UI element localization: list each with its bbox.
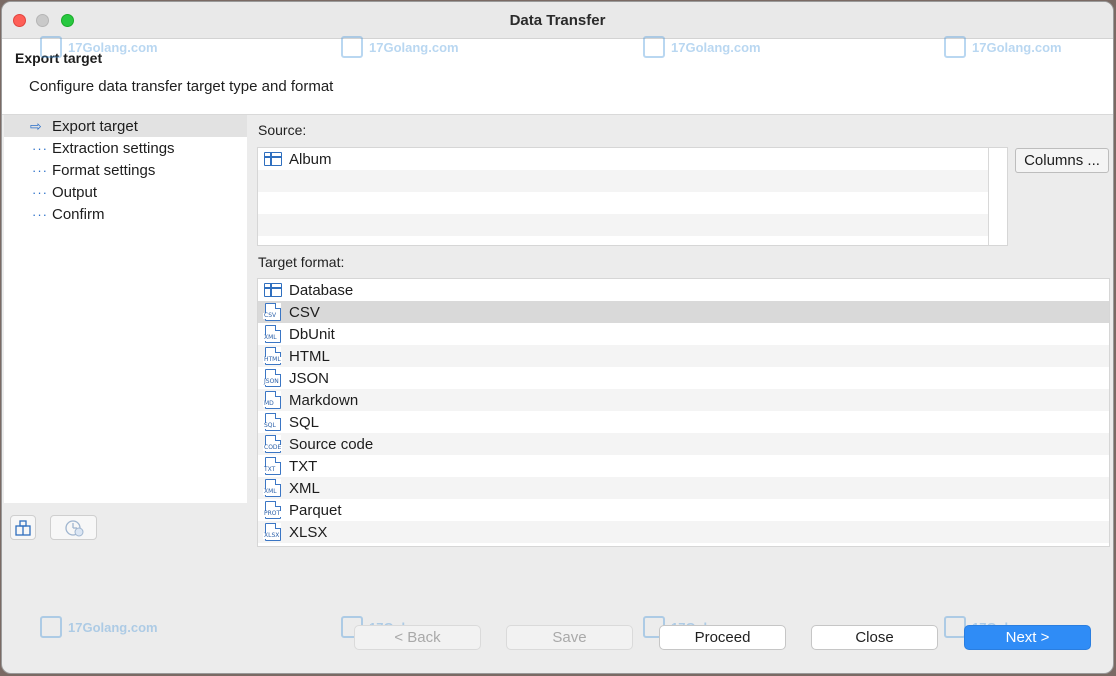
nav-item-output[interactable]: ··· Output — [4, 181, 247, 203]
nav-item-format-settings[interactable]: ··· Format settings — [4, 159, 247, 181]
table-icon — [263, 281, 283, 299]
task-icon — [15, 519, 31, 536]
table-icon — [263, 150, 283, 168]
empty-row — [258, 214, 988, 236]
clock-add-icon — [64, 519, 83, 536]
format-row-dbunit[interactable]: XML DbUnit — [258, 323, 1109, 345]
source-row-album[interactable]: Album — [258, 148, 988, 170]
nav-item-label: Output — [52, 183, 98, 201]
proceed-button[interactable]: Proceed — [659, 625, 786, 650]
code-file-icon: CODE — [263, 435, 283, 453]
xml-file-icon: XML — [263, 479, 283, 497]
format-row-parquet[interactable]: PROT Parquet — [258, 499, 1109, 521]
nav-item-label: Extraction settings — [52, 139, 175, 157]
close-button[interactable]: Close — [811, 625, 938, 650]
parquet-file-icon: PROT — [263, 501, 283, 519]
source-label: Source: — [258, 122, 307, 138]
arrow-right-icon: ⇨ — [30, 117, 42, 134]
nav-item-export-target[interactable]: ⇨ Export target — [4, 115, 247, 137]
dots-icon: ··· — [32, 206, 48, 222]
page-title: Export target — [15, 50, 103, 66]
schedule-task-button[interactable] — [50, 515, 97, 540]
data-transfer-window: Data Transfer Export target Configure da… — [1, 1, 1114, 674]
format-row-html[interactable]: HTML HTML — [258, 345, 1109, 367]
save-task-button[interactable] — [10, 515, 36, 540]
md-file-icon: MD — [263, 391, 283, 409]
format-row-txt[interactable]: TXT TXT — [258, 455, 1109, 477]
csv-file-icon: CSV — [263, 303, 283, 321]
nav-item-label: Export target — [52, 117, 138, 135]
dots-icon: ··· — [32, 140, 48, 156]
watermark: 17Golang.com — [40, 616, 158, 638]
empty-row — [258, 170, 988, 192]
html-file-icon: HTML — [263, 347, 283, 365]
window-title: Data Transfer — [509, 12, 606, 29]
columns-button[interactable]: Columns ... — [1015, 148, 1109, 173]
next-button[interactable]: Next > — [964, 625, 1091, 650]
watermark-logo-icon — [40, 616, 62, 638]
xml-file-icon: XML — [263, 325, 283, 343]
page-description: Configure data transfer target type and … — [29, 78, 334, 95]
target-format-list: Database CSV CSV XML DbUnit HTML HTML JS… — [257, 278, 1110, 547]
format-row-csv[interactable]: CSV CSV — [258, 301, 1109, 323]
target-format-label: Target format: — [258, 254, 345, 270]
txt-file-icon: TXT — [263, 457, 283, 475]
save-button[interactable]: Save — [506, 625, 633, 650]
page-header: Export target Configure data transfer ta… — [2, 39, 1113, 115]
dots-icon: ··· — [32, 184, 48, 200]
nav-item-confirm[interactable]: ··· Confirm — [4, 203, 247, 225]
format-row-xlsx[interactable]: XLSX XLSX — [258, 521, 1109, 543]
watermark-logo-icon — [944, 616, 966, 638]
xlsx-file-icon: XLSX — [263, 523, 283, 541]
empty-row — [258, 192, 988, 214]
json-file-icon: JSON — [263, 369, 283, 387]
dots-icon: ··· — [32, 162, 48, 178]
column-divider — [988, 148, 989, 245]
wizard-steps-nav: ⇨ Export target ··· Extraction settings … — [4, 115, 247, 503]
format-row-markdown[interactable]: MD Markdown — [258, 389, 1109, 411]
back-button[interactable]: < Back — [354, 625, 481, 650]
title-bar: Data Transfer — [2, 2, 1113, 39]
source-table: Album — [257, 147, 1008, 246]
format-row-database[interactable]: Database — [258, 279, 1109, 301]
sql-file-icon: SQL — [263, 413, 283, 431]
format-row-sql[interactable]: SQL SQL — [258, 411, 1109, 433]
nav-item-extraction-settings[interactable]: ··· Extraction settings — [4, 137, 247, 159]
format-row-json[interactable]: JSON JSON — [258, 367, 1109, 389]
format-row-source-code[interactable]: CODE Source code — [258, 433, 1109, 455]
nav-item-label: Confirm — [52, 205, 105, 223]
format-row-xml[interactable]: XML XML — [258, 477, 1109, 499]
nav-item-label: Format settings — [52, 161, 156, 179]
